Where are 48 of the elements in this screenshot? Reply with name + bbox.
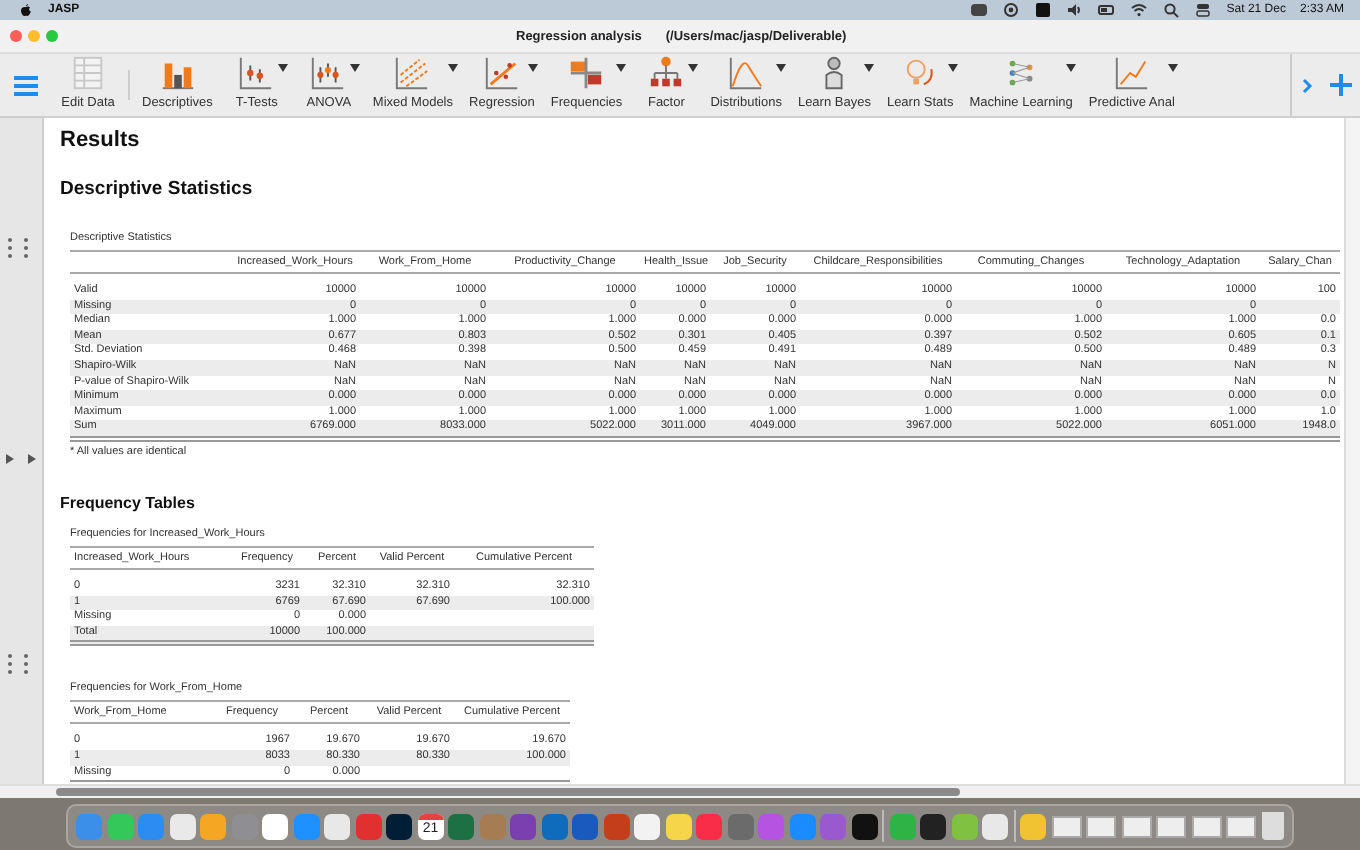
control-center-icon[interactable] [1194, 2, 1213, 18]
app-icon[interactable] [386, 813, 413, 839]
minimize-button[interactable] [28, 30, 40, 42]
menu-icon[interactable] [14, 75, 38, 95]
search-icon[interactable] [1162, 2, 1181, 18]
drag-handle-icon[interactable] [8, 238, 28, 258]
dot-plot-icon [308, 54, 349, 92]
wifi-icon[interactable] [1130, 2, 1149, 18]
scrollbar-track[interactable] [1344, 118, 1360, 784]
line-chart-icon [392, 54, 433, 92]
section-heading: Frequency Tables [60, 493, 197, 512]
app-icon[interactable] [262, 813, 289, 839]
tree-icon [646, 54, 687, 92]
arrow-icon[interactable] [6, 454, 14, 464]
battery-icon[interactable] [1098, 2, 1117, 18]
status-icon[interactable] [970, 2, 989, 18]
trash-icon[interactable] [1261, 812, 1284, 840]
app-icon[interactable] [665, 813, 692, 839]
window-thumbnail[interactable] [1121, 815, 1152, 837]
scatter-plot-icon [481, 54, 522, 92]
keyboard-input-icon[interactable] [1034, 2, 1053, 18]
app-icon[interactable] [920, 813, 947, 839]
app-icon[interactable] [634, 813, 661, 839]
app-icon[interactable] [851, 813, 878, 839]
window-thumbnail[interactable] [1226, 815, 1257, 837]
error-bar-chart-icon [236, 54, 277, 92]
window-thumbnail[interactable] [1051, 815, 1082, 837]
apple-logo-icon[interactable] [20, 3, 32, 17]
close-button[interactable] [10, 30, 22, 42]
window-thumbnail[interactable] [1156, 815, 1187, 837]
window-thumbnail[interactable] [1086, 815, 1117, 837]
block-icon [566, 54, 607, 92]
app-icon[interactable] [169, 813, 196, 839]
plus-icon[interactable] [1330, 74, 1352, 96]
arrow-icon[interactable] [28, 454, 36, 464]
arrow-right-icon[interactable] [1300, 77, 1314, 93]
app-icon[interactable] [982, 813, 1009, 839]
section-heading: Descriptive Statistics [60, 178, 255, 200]
curve-chart-icon [726, 54, 767, 92]
scrollbar-thumb[interactable] [56, 788, 960, 796]
volume-icon[interactable] [1066, 2, 1085, 18]
window-thumbnail[interactable] [1191, 815, 1222, 837]
zoom-button[interactable] [46, 30, 58, 42]
drag-handle-icon[interactable] [8, 654, 28, 674]
results-heading: Results [60, 128, 142, 152]
app-icon[interactable] [324, 813, 351, 839]
line-chart-icon [1111, 54, 1152, 92]
record-icon[interactable] [1002, 2, 1021, 18]
